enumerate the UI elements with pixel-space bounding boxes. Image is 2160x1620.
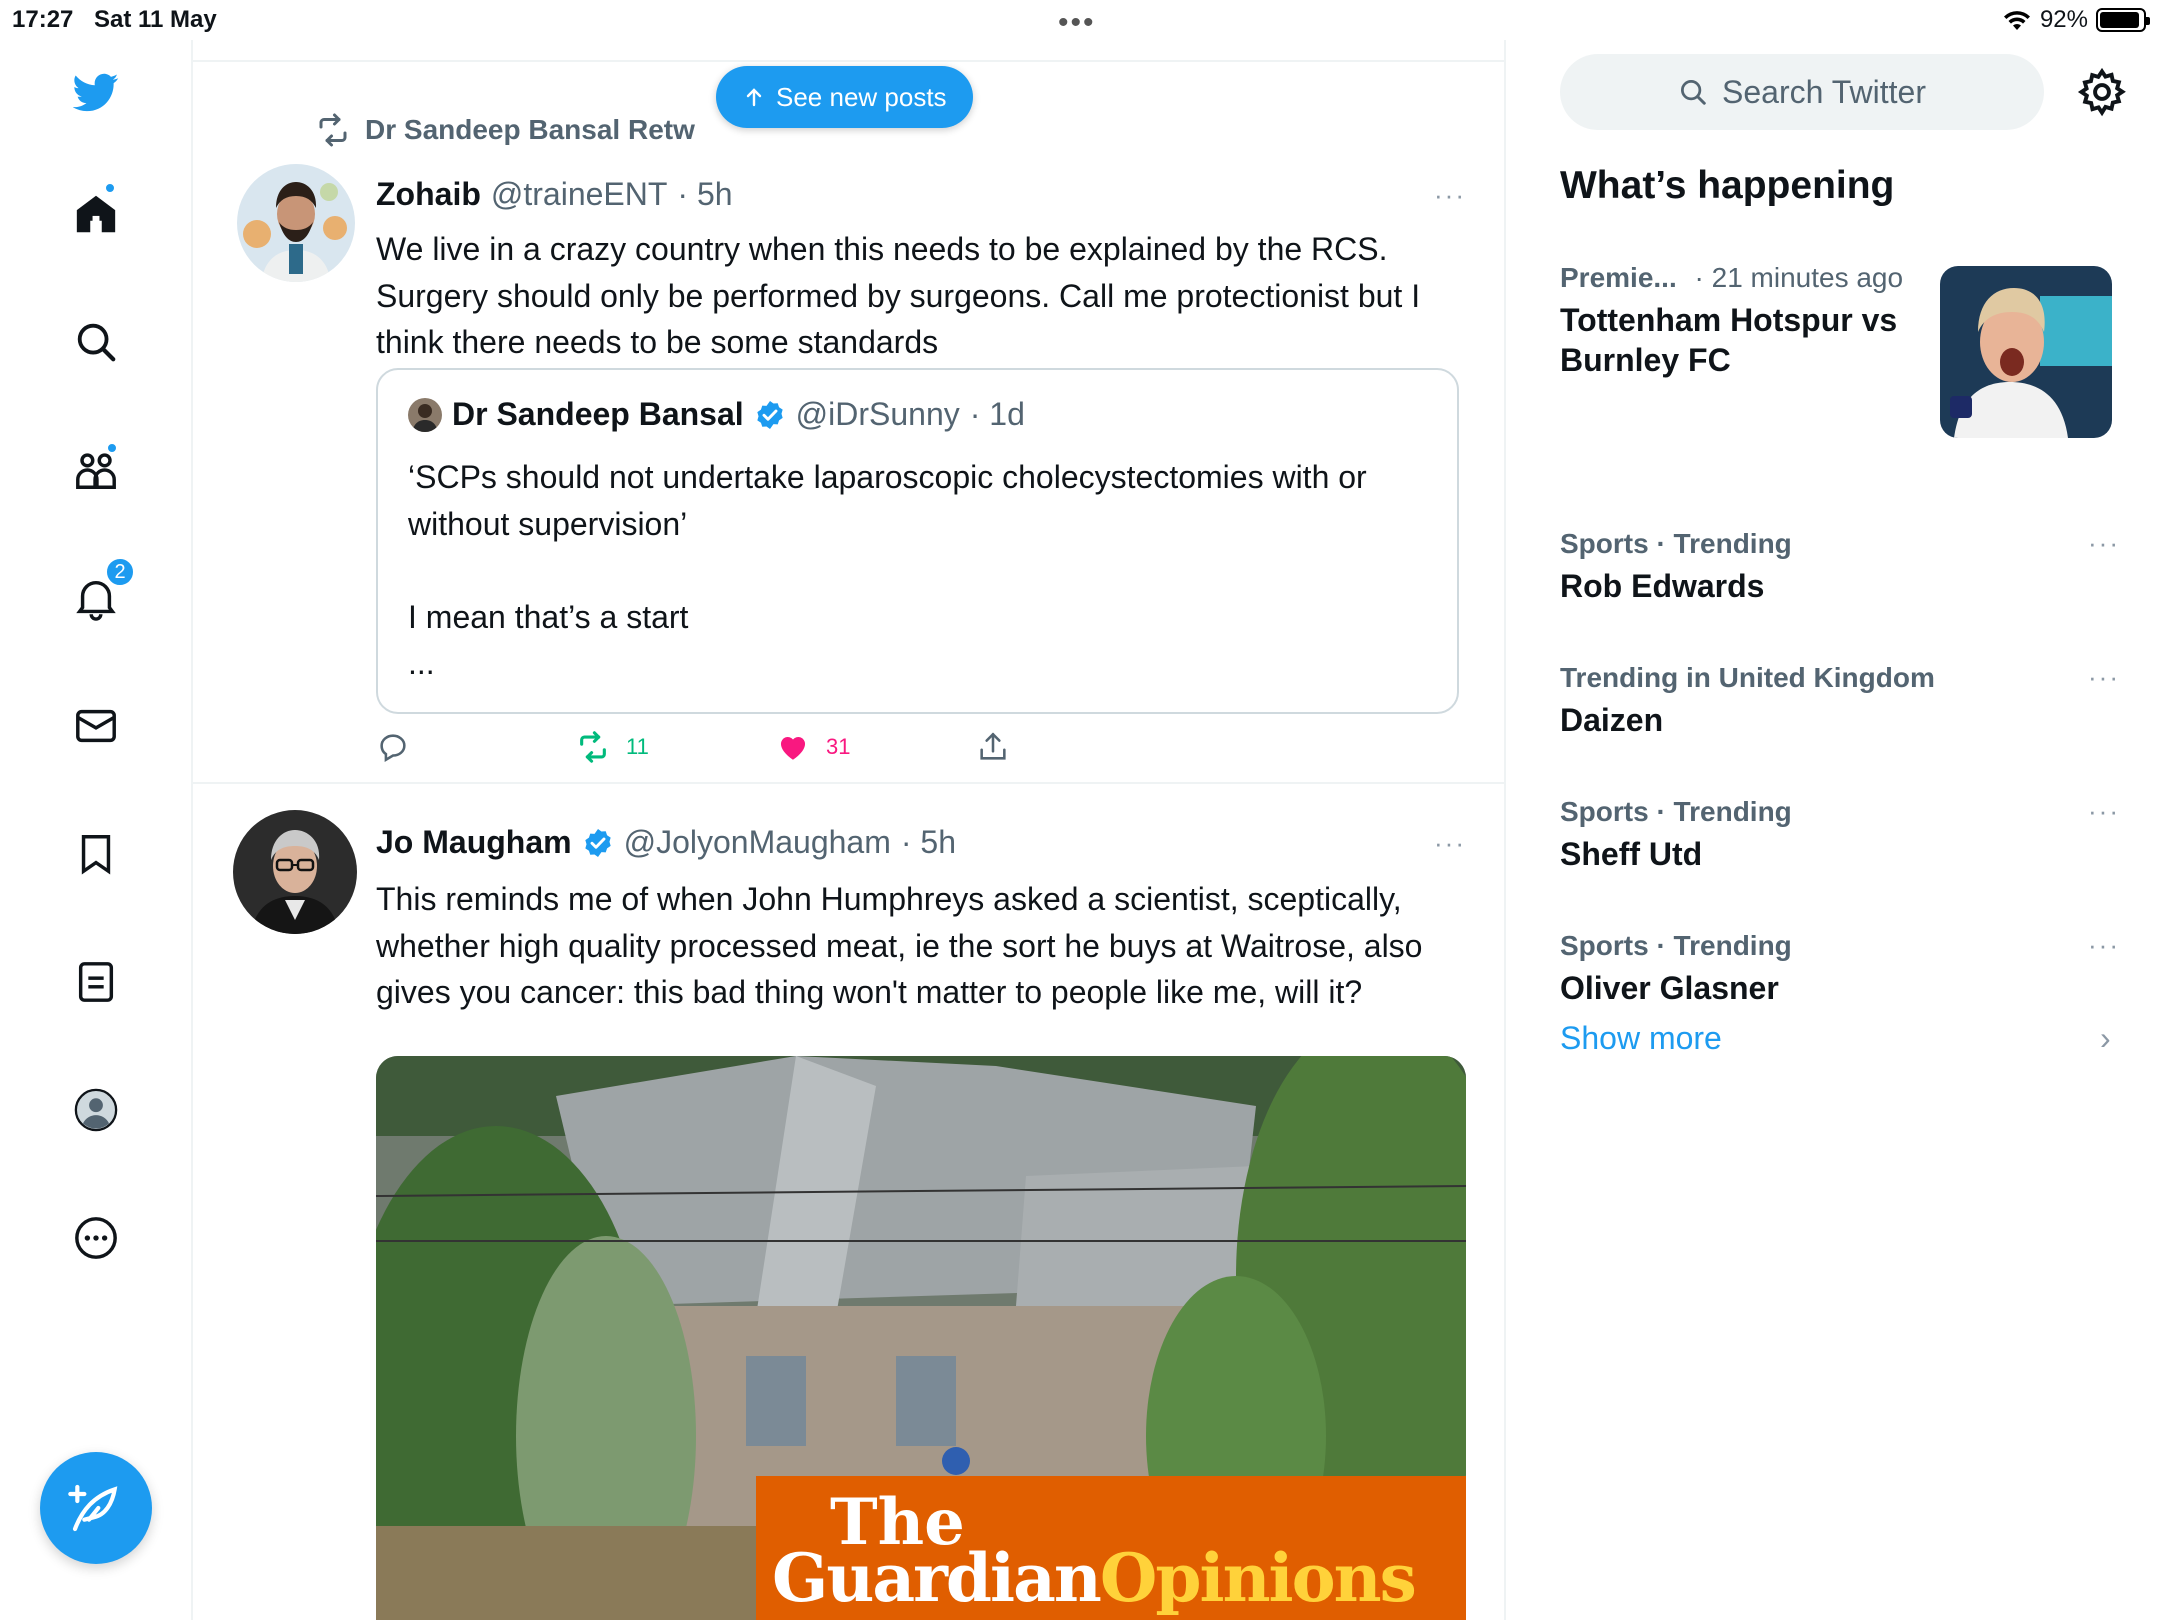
- like-button[interactable]: 31: [776, 730, 850, 764]
- chevron-right-icon[interactable]: ›: [2100, 1020, 2111, 1057]
- compose-feather-icon: [68, 1484, 118, 1532]
- search-twitter-input[interactable]: Search Twitter: [1560, 54, 2044, 130]
- bookmarks-icon[interactable]: [66, 824, 126, 884]
- trend-more-icon[interactable]: ···: [2088, 796, 2120, 827]
- tweet-actions: 11 31: [376, 730, 1076, 780]
- retweet-count: 11: [626, 734, 649, 759]
- status-bar: 17:27 Sat 11 May ••• 92%: [0, 0, 2160, 40]
- messages-icon[interactable]: [66, 696, 126, 756]
- search-icon: [1681, 80, 1706, 105]
- trend-image[interactable]: [1940, 266, 2112, 438]
- verified-badge-icon: [584, 828, 611, 857]
- trend-category: Premie...: [1560, 262, 1677, 293]
- trend-title: Tottenham Hotspur vs Burnley FC: [1560, 302, 1898, 378]
- avatar[interactable]: [233, 810, 357, 934]
- battery-icon: [2096, 8, 2150, 32]
- wifi-icon: [2003, 11, 2030, 30]
- more-options-icon[interactable]: ···: [1434, 180, 1466, 211]
- reply-button[interactable]: [376, 730, 426, 764]
- see-new-posts-label: See new posts: [776, 81, 947, 112]
- trend-category: Sports · Trending: [1560, 796, 1792, 827]
- retweet-small-icon: [319, 113, 347, 147]
- notifications-badge: 2: [104, 556, 136, 588]
- trend-title: Sheff Utd: [1560, 836, 1703, 872]
- quoted-author-name: Dr Sandeep Bansal: [452, 396, 744, 432]
- trend-more-icon[interactable]: ···: [2088, 930, 2120, 961]
- status-date: Sat 11 May: [94, 6, 217, 33]
- trend-item[interactable]: Sports · Trending Rob Edwards ···: [1560, 528, 2120, 606]
- compose-tweet-button[interactable]: [40, 1452, 152, 1564]
- quoted-tweet-header: Dr Sandeep Bansal @iDrSunny · 1d: [408, 396, 1025, 433]
- search-icon[interactable]: [66, 312, 126, 372]
- notifications-icon[interactable]: 2: [66, 556, 136, 628]
- tweet-time[interactable]: · 5h: [677, 176, 732, 213]
- reply-icon: [380, 734, 406, 763]
- trend-more-icon[interactable]: ···: [2088, 662, 2120, 693]
- more-options-icon[interactable]: ···: [1434, 828, 1466, 859]
- quoted-tweet[interactable]: Dr Sandeep Bansal @iDrSunny · 1d ‘SCPs s…: [376, 368, 1459, 714]
- profile-icon[interactable]: [66, 1080, 126, 1140]
- author-name[interactable]: Zohaib: [376, 176, 481, 213]
- communities-icon[interactable]: [66, 440, 126, 500]
- quoted-author-handle: @iDrSunny: [795, 396, 960, 432]
- whats-happening-heading: What’s happening: [1560, 164, 1895, 207]
- home-timeline[interactable]: Dr Sandeep Bansal Retw Zohaib @traineENT…: [193, 40, 1506, 1620]
- tweet-text: This reminds me of when John Humphreys a…: [376, 881, 1423, 1010]
- twitter-logo-icon[interactable]: [66, 62, 126, 122]
- show-more-link[interactable]: Show more: [1560, 1020, 1722, 1057]
- retweet-context[interactable]: Dr Sandeep Bansal Retw: [315, 112, 695, 148]
- tweet-text: We live in a crazy country when this nee…: [376, 231, 1421, 360]
- status-time: 17:27: [12, 6, 74, 33]
- guardian-wordmark: Guardian: [772, 1539, 1102, 1618]
- author-handle[interactable]: @JolyonMaugham: [624, 824, 891, 861]
- trend-item[interactable]: Sports · Trending Sheff Utd ···: [1560, 796, 2120, 874]
- share-button[interactable]: [976, 730, 1010, 764]
- retweeted-by: Dr Sandeep Bansal Retw: [365, 114, 695, 145]
- avatar[interactable]: [237, 164, 355, 282]
- sidebar-nav: 2: [0, 40, 193, 1620]
- arrow-up-icon: [746, 88, 762, 107]
- trend-item[interactable]: Sports · Trending Oliver Glasner ···: [1560, 930, 2120, 1008]
- home-unread-dot: [104, 182, 116, 194]
- home-icon[interactable]: [66, 182, 126, 244]
- right-sidebar: Search Twitter What’s happening Premie..…: [1508, 40, 2160, 1620]
- author-name[interactable]: Jo Maugham: [376, 824, 572, 861]
- trend-item[interactable]: Trending in United Kingdom Daizen ···: [1560, 662, 2120, 740]
- search-placeholder: Search Twitter: [1722, 73, 1926, 110]
- tweet-time[interactable]: · 5h: [901, 824, 956, 861]
- battery-fill: [2100, 12, 2139, 28]
- lists-icon[interactable]: [66, 952, 126, 1012]
- quoted-avatar: [408, 397, 442, 432]
- trend-time: · 21 minutes ago: [1694, 262, 1904, 293]
- battery-percent: 92%: [2039, 6, 2088, 33]
- share-icon: [980, 732, 1006, 760]
- trend-category: Trending in United Kingdom: [1560, 662, 1935, 693]
- retweet-icon: [580, 731, 606, 763]
- trend-title: Rob Edwards: [1560, 568, 1765, 604]
- tweet-header: Jo Maugham @JolyonMaugham · 5h: [376, 824, 956, 861]
- guardian-opinions-banner: The GuardianOpinions: [756, 1476, 1466, 1620]
- communities-unread-dot: [106, 442, 118, 454]
- tweet-media-image[interactable]: The GuardianOpinions: [376, 1056, 1466, 1620]
- trend-category: Sports · Trending: [1560, 930, 1792, 961]
- tweet[interactable]: Dr Sandeep Bansal Retw Zohaib @traineENT…: [193, 62, 1504, 784]
- multitasking-dots-icon[interactable]: •••: [1058, 6, 1096, 40]
- trend-title: Oliver Glasner: [1560, 970, 1779, 1006]
- trend-title: Daizen: [1560, 702, 1664, 738]
- heart-filled-icon: [780, 737, 806, 760]
- status-right: 92%: [2002, 6, 2150, 34]
- like-count: 31: [826, 734, 851, 759]
- trend-category: Sports · Trending: [1560, 528, 1792, 559]
- quoted-tweet-time: · 1d: [969, 396, 1025, 432]
- retweet-button[interactable]: 11: [576, 730, 649, 764]
- trend-more-icon[interactable]: ···: [2088, 528, 2120, 559]
- author-handle[interactable]: @traineENT: [491, 176, 668, 213]
- guardian-opinions: Opinions: [1099, 1539, 1417, 1618]
- tweet-header: Zohaib @traineENT · 5h: [376, 176, 733, 213]
- settings-gear-icon[interactable]: [2076, 66, 2128, 118]
- see-new-posts-button[interactable]: See new posts: [716, 66, 973, 128]
- verified-badge-icon: [756, 400, 783, 429]
- quoted-tweet-text: ‘SCPs should not undertake laparoscopic …: [408, 459, 1367, 681]
- more-icon[interactable]: [66, 1208, 126, 1268]
